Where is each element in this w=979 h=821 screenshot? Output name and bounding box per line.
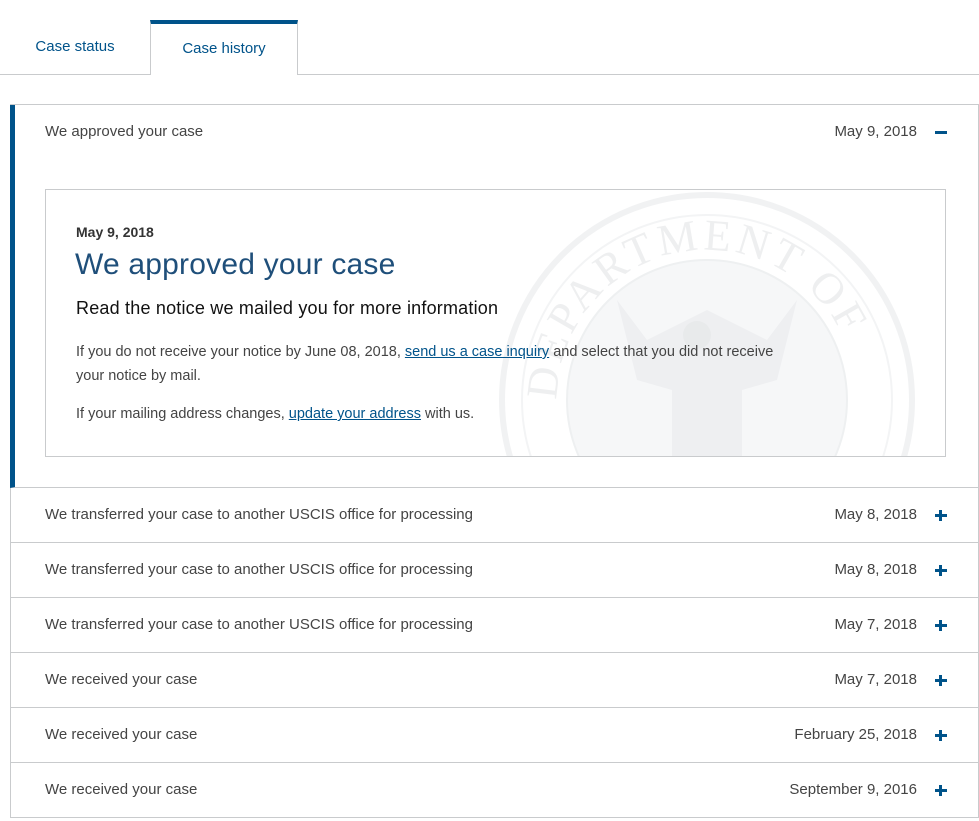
update-address-link[interactable]: update your address <box>289 406 421 422</box>
history-item-header[interactable]: We received your case September 9, 2016 <box>11 763 978 817</box>
tab-case-status[interactable]: Case status <box>0 20 150 73</box>
plus-icon[interactable] <box>934 618 948 632</box>
history-item: We transferred your case to another USCI… <box>11 598 978 653</box>
status-card: DEPARTMENT OF May 9, 2018 We approved yo… <box>45 189 946 457</box>
history-item-date: May 7, 2018 <box>834 616 917 633</box>
history-item-title: We received your case <box>45 781 198 798</box>
history-item-date: May 9, 2018 <box>834 123 917 140</box>
card-subtitle: Read the notice we mailed you for more i… <box>76 298 499 318</box>
history-item-header[interactable]: We transferred your case to another USCI… <box>11 598 978 652</box>
plus-icon[interactable] <box>934 563 948 577</box>
history-item-date: May 8, 2018 <box>834 561 917 578</box>
history-item-title: We received your case <box>45 726 198 743</box>
history-item-header[interactable]: We approved your case May 9, 2018 <box>15 105 978 159</box>
history-item-body: DEPARTMENT OF May 9, 2018 We approved yo… <box>15 159 978 487</box>
history-item: We transferred your case to another USCI… <box>11 543 978 598</box>
history-item-title: We transferred your case to another USCI… <box>45 561 473 578</box>
history-item: We received your case May 7, 2018 <box>11 653 978 708</box>
card-paragraph-notice: If you do not receive your notice by Jun… <box>76 340 776 388</box>
history-item: We received your case February 25, 2018 <box>11 708 978 763</box>
history-item-title: We transferred your case to another USCI… <box>45 506 473 523</box>
history-item-date: May 8, 2018 <box>834 506 917 523</box>
history-item-header[interactable]: We received your case February 25, 2018 <box>11 708 978 762</box>
history-item-header[interactable]: We transferred your case to another USCI… <box>11 488 978 542</box>
card-title: We approved your case <box>75 248 396 281</box>
history-item: We transferred your case to another USCI… <box>11 488 978 543</box>
history-item-title: We approved your case <box>45 123 204 140</box>
history-item-header[interactable]: We transferred your case to another USCI… <box>11 543 978 597</box>
history-item-date: September 9, 2016 <box>789 781 917 798</box>
plus-icon[interactable] <box>934 508 948 522</box>
case-history-accordion: We approved your case May 9, 2018 DEPART… <box>10 104 979 818</box>
history-item-date: February 25, 2018 <box>794 726 917 743</box>
case-inquiry-link[interactable]: send us a case inquiry <box>405 344 549 360</box>
tab-bar: Case status Case history <box>0 0 979 77</box>
card-date: May 9, 2018 <box>76 224 154 240</box>
notice-text-before: If you do not receive your notice by Jun… <box>76 344 405 360</box>
plus-icon[interactable] <box>934 783 948 797</box>
history-item-date: May 7, 2018 <box>834 671 917 688</box>
history-item-title: We received your case <box>45 671 198 688</box>
history-item: We received your case September 9, 2016 <box>11 763 978 818</box>
tab-case-history[interactable]: Case history <box>150 20 298 77</box>
minus-icon[interactable] <box>934 125 948 139</box>
address-text-before: If your mailing address changes, <box>76 406 289 422</box>
history-item-header[interactable]: We received your case May 7, 2018 <box>11 653 978 707</box>
plus-icon[interactable] <box>934 728 948 742</box>
plus-icon[interactable] <box>934 673 948 687</box>
address-text-after: with us. <box>420 406 475 422</box>
card-paragraph-address: If your mailing address changes, update … <box>76 402 776 426</box>
history-item-title: We transferred your case to another USCI… <box>45 616 473 633</box>
history-item-expanded: We approved your case May 9, 2018 DEPART… <box>10 105 978 488</box>
